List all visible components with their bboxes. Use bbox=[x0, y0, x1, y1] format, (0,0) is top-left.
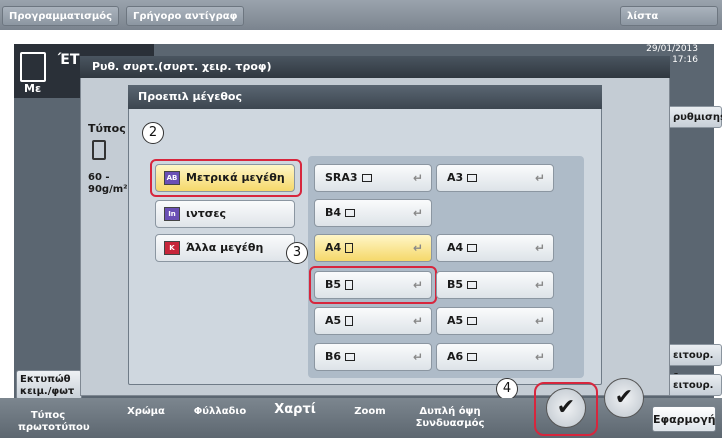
apply-button[interactable]: Εφαρμογή bbox=[652, 406, 716, 432]
background-title: ΈΤ bbox=[58, 52, 80, 68]
tab-original-type[interactable]: Τύπος πρωτοτύπου bbox=[18, 410, 90, 434]
print-text-photo-button[interactable]: Εκτυπώθ κειμ./φωτ bbox=[16, 370, 82, 400]
background-subtitle: Με bbox=[24, 82, 42, 95]
paper-icon bbox=[92, 140, 106, 160]
paper-weight: 60 - 90g/m² bbox=[88, 172, 128, 195]
tab-quick-copy[interactable]: Γρήγορο αντίγραφ bbox=[126, 6, 245, 26]
size-a6-button[interactable]: A6 ↵ bbox=[436, 343, 554, 371]
tab-color[interactable]: Χρώμα bbox=[126, 406, 166, 418]
settings-button[interactable]: ρυθμισηs bbox=[666, 106, 722, 128]
step-2-marker: 2 bbox=[142, 122, 164, 144]
step-4-marker: 4 bbox=[496, 378, 518, 400]
inch-label: ιντσες bbox=[186, 207, 227, 220]
tab-booklet[interactable]: Φύλλαδιο bbox=[190, 406, 250, 418]
type-label: Τύπος bbox=[88, 122, 126, 135]
inch-sizes-button[interactable]: In ιντσες bbox=[155, 200, 295, 228]
size-preset-title: Προεπιλ μέγεθος bbox=[128, 85, 602, 109]
size-a4-landscape-button[interactable]: A4 ↵ bbox=[436, 234, 554, 262]
size-a4-portrait-button[interactable]: A4 ↵ bbox=[314, 234, 432, 262]
copy-icon bbox=[20, 52, 46, 82]
size-b6-button[interactable]: B6 ↵ bbox=[314, 343, 432, 371]
tab-job-list[interactable]: λίστα εργασιών bbox=[620, 6, 718, 42]
other-sizes-button[interactable]: K Άλλα μεγέθη bbox=[155, 234, 295, 262]
function-1-button[interactable]: ειτουρ. 1 bbox=[666, 344, 722, 383]
tab-programming[interactable]: Προγραμματισμός bbox=[2, 6, 120, 26]
size-sra3-button[interactable]: SRA3 ↵ bbox=[314, 164, 432, 192]
tab-paper[interactable]: Χαρτί bbox=[270, 403, 320, 416]
highlight-b5 bbox=[309, 266, 437, 304]
size-a3-button[interactable]: A3 ↵ bbox=[436, 164, 554, 192]
ok-button[interactable]: ✔ bbox=[546, 388, 586, 428]
tab-duplex-combine[interactable]: Δυπλή όψη Συνδυασμός bbox=[410, 406, 490, 430]
function-2-button[interactable]: ειτουρ. 2 bbox=[666, 374, 722, 413]
size-b4-button[interactable]: B4 ↵ bbox=[314, 199, 432, 227]
highlight-metric bbox=[150, 159, 302, 197]
other-label: Άλλα μεγέθη bbox=[186, 241, 264, 254]
size-a5-landscape-button[interactable]: A5 ↵ bbox=[436, 307, 554, 335]
size-b5-landscape-button[interactable]: B5 ↵ bbox=[436, 271, 554, 299]
tray-settings-title: Ρυθ. συρτ.(συρτ. χειρ. τροφ) bbox=[80, 56, 670, 78]
size-a5-portrait-button[interactable]: A5 ↵ bbox=[314, 307, 432, 335]
step-3-marker: 3 bbox=[286, 242, 308, 264]
background-ok-button[interactable]: ✔ bbox=[604, 378, 644, 418]
tab-zoom[interactable]: Zoom bbox=[350, 406, 390, 418]
inch-icon: In bbox=[164, 207, 180, 221]
other-icon: K bbox=[164, 241, 180, 255]
